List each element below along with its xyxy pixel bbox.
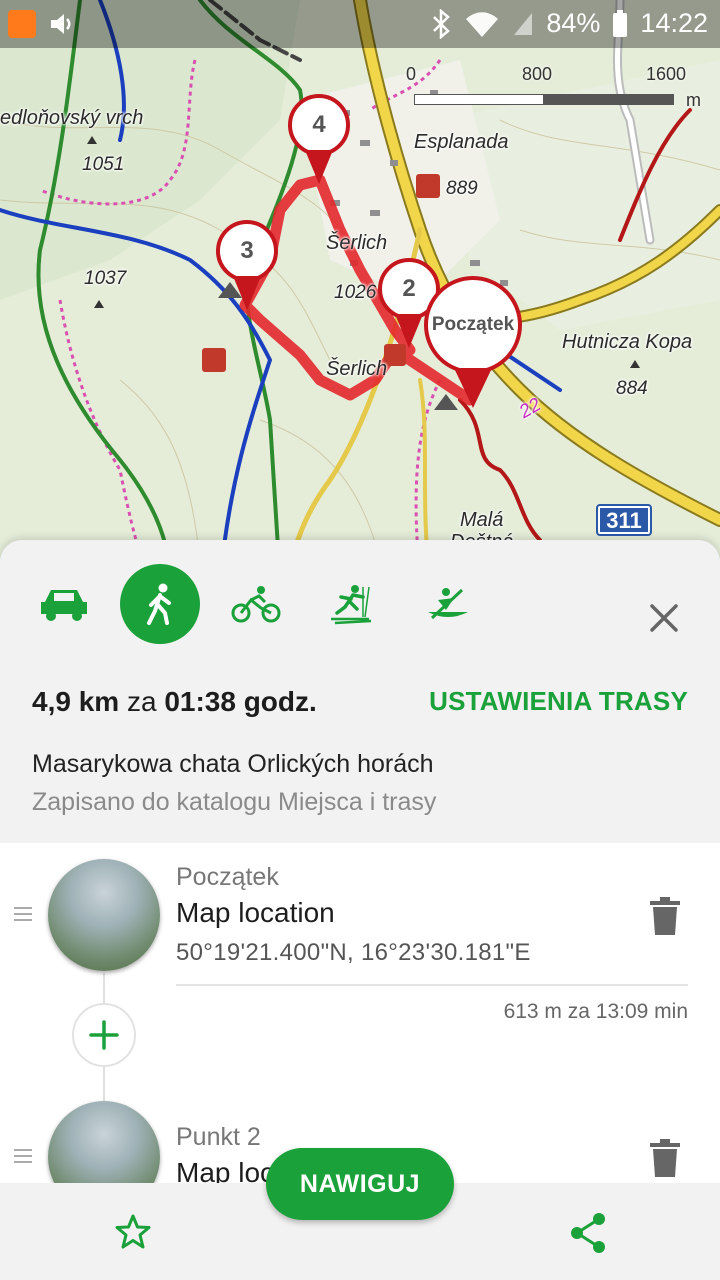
bike-icon xyxy=(231,586,281,623)
delete-waypoint-icon[interactable] xyxy=(650,1139,680,1177)
add-waypoint-button[interactable] xyxy=(72,1003,136,1067)
mode-canoe-button[interactable] xyxy=(408,564,488,644)
map-label-elevation: 1037 xyxy=(84,268,127,289)
navigate-button[interactable]: NAWIGUJ xyxy=(266,1148,454,1220)
map-view[interactable]: edloňovský vrch 1051 1037 Esplanada 889 … xyxy=(0,0,720,580)
pin-tip xyxy=(454,368,492,408)
pin-label: Początek xyxy=(424,276,522,374)
waypoint-kind: Punkt 2 xyxy=(176,1123,261,1151)
car-icon xyxy=(41,590,87,621)
status-time: 14:22 xyxy=(640,8,708,38)
pin-tip xyxy=(305,150,333,184)
volume-icon xyxy=(51,14,71,34)
route-summary: 4,9 km za 01:38 godz. xyxy=(32,686,317,718)
delete-waypoint-icon[interactable] xyxy=(650,897,680,935)
battery-percent: 84% xyxy=(546,8,601,38)
map-label-elevation: 889 xyxy=(446,178,478,199)
waypoint-thumbnail xyxy=(48,1101,160,1183)
scale-mid: 800 xyxy=(522,64,553,84)
route-distance: 4,9 km xyxy=(32,686,120,717)
waypoint-title: Map location xyxy=(176,897,335,928)
favorite-star-icon[interactable] xyxy=(114,1213,152,1251)
map-scale: 0 800 1600 m xyxy=(400,64,701,114)
route-name: Masarykowa chata Orlických horách xyxy=(32,750,434,778)
route-settings-button[interactable]: USTAWIENIA TRASY xyxy=(429,686,688,717)
scale-unit: m xyxy=(686,90,701,110)
waypoint-divider xyxy=(176,984,688,986)
share-icon[interactable] xyxy=(568,1211,608,1255)
walk-icon xyxy=(147,583,171,625)
map-pin-3[interactable]: 3 xyxy=(216,220,278,312)
pin-label: 3 xyxy=(216,220,278,282)
map-label-serlich: Šerlich xyxy=(326,358,388,380)
map-label-elevation: 884 xyxy=(616,378,648,399)
close-icon[interactable] xyxy=(644,598,684,638)
map-pin-4[interactable]: 4 xyxy=(288,94,350,186)
drag-handle-icon[interactable] xyxy=(14,1149,32,1167)
pin-label: 4 xyxy=(288,94,350,156)
scale-zero: 0 xyxy=(406,64,417,84)
signal-icon xyxy=(514,12,533,35)
scale-max: 1600 xyxy=(646,64,687,84)
waypoint-kind: Początek xyxy=(176,863,279,891)
map-label-elevation: 1051 xyxy=(82,154,125,175)
waypoint-list[interactable]: Początek Map location 50°19'21.400"N, 16… xyxy=(0,843,720,1183)
plus-icon xyxy=(89,1020,119,1050)
route-planner-sheet: 4,9 km za 01:38 godz. USTAWIENIA TRASY M… xyxy=(0,540,720,1280)
status-bar: 84% 14:22 xyxy=(0,0,720,48)
waypoint-coordinates: 50°19'21.400"N, 16°23'30.181"E xyxy=(176,939,531,966)
map-label-serlich: Šerlich xyxy=(326,232,388,254)
canoe-icon xyxy=(428,588,468,620)
mode-bike-button[interactable] xyxy=(216,564,296,644)
mode-ski-button[interactable] xyxy=(310,564,390,644)
map-label-hutnicza-kopa: Hutnicza Kopa xyxy=(562,331,693,353)
waypoint-thumbnail xyxy=(48,859,160,971)
bluetooth-icon xyxy=(433,8,451,39)
map-label-esplanada: Esplanada xyxy=(414,131,509,153)
pin-tip xyxy=(233,276,261,310)
app-notification-icon xyxy=(8,10,36,38)
wifi-icon xyxy=(466,11,499,37)
mode-car-button[interactable] xyxy=(24,564,104,644)
route-saved-status: Zapisano do katalogu Miejsca i trasy xyxy=(32,788,437,816)
map-label-mala: Malá xyxy=(460,509,504,531)
map-pin-start[interactable]: Początek xyxy=(424,276,522,410)
road-shield-311: 311 xyxy=(596,504,652,536)
leg-distance-time: 613 m za 13:09 min xyxy=(503,1000,688,1023)
route-summary-connector: za xyxy=(126,686,157,717)
waypoint-item[interactable]: Początek Map location 50°19'21.400"N, 16… xyxy=(0,857,720,987)
transport-mode-bar xyxy=(0,560,720,644)
scale-bar-dark xyxy=(544,94,674,105)
battery-icon xyxy=(613,9,628,37)
mode-walk-button[interactable] xyxy=(120,564,200,644)
map-label-hill: edloňovský vrch xyxy=(0,107,144,129)
ski-icon xyxy=(331,585,372,625)
drag-handle-icon[interactable] xyxy=(14,907,32,925)
pin-tip xyxy=(395,314,423,348)
map-label-elevation: 1026 xyxy=(334,282,377,303)
scale-bar-light xyxy=(414,94,544,105)
route-duration: 01:38 godz. xyxy=(164,686,317,717)
